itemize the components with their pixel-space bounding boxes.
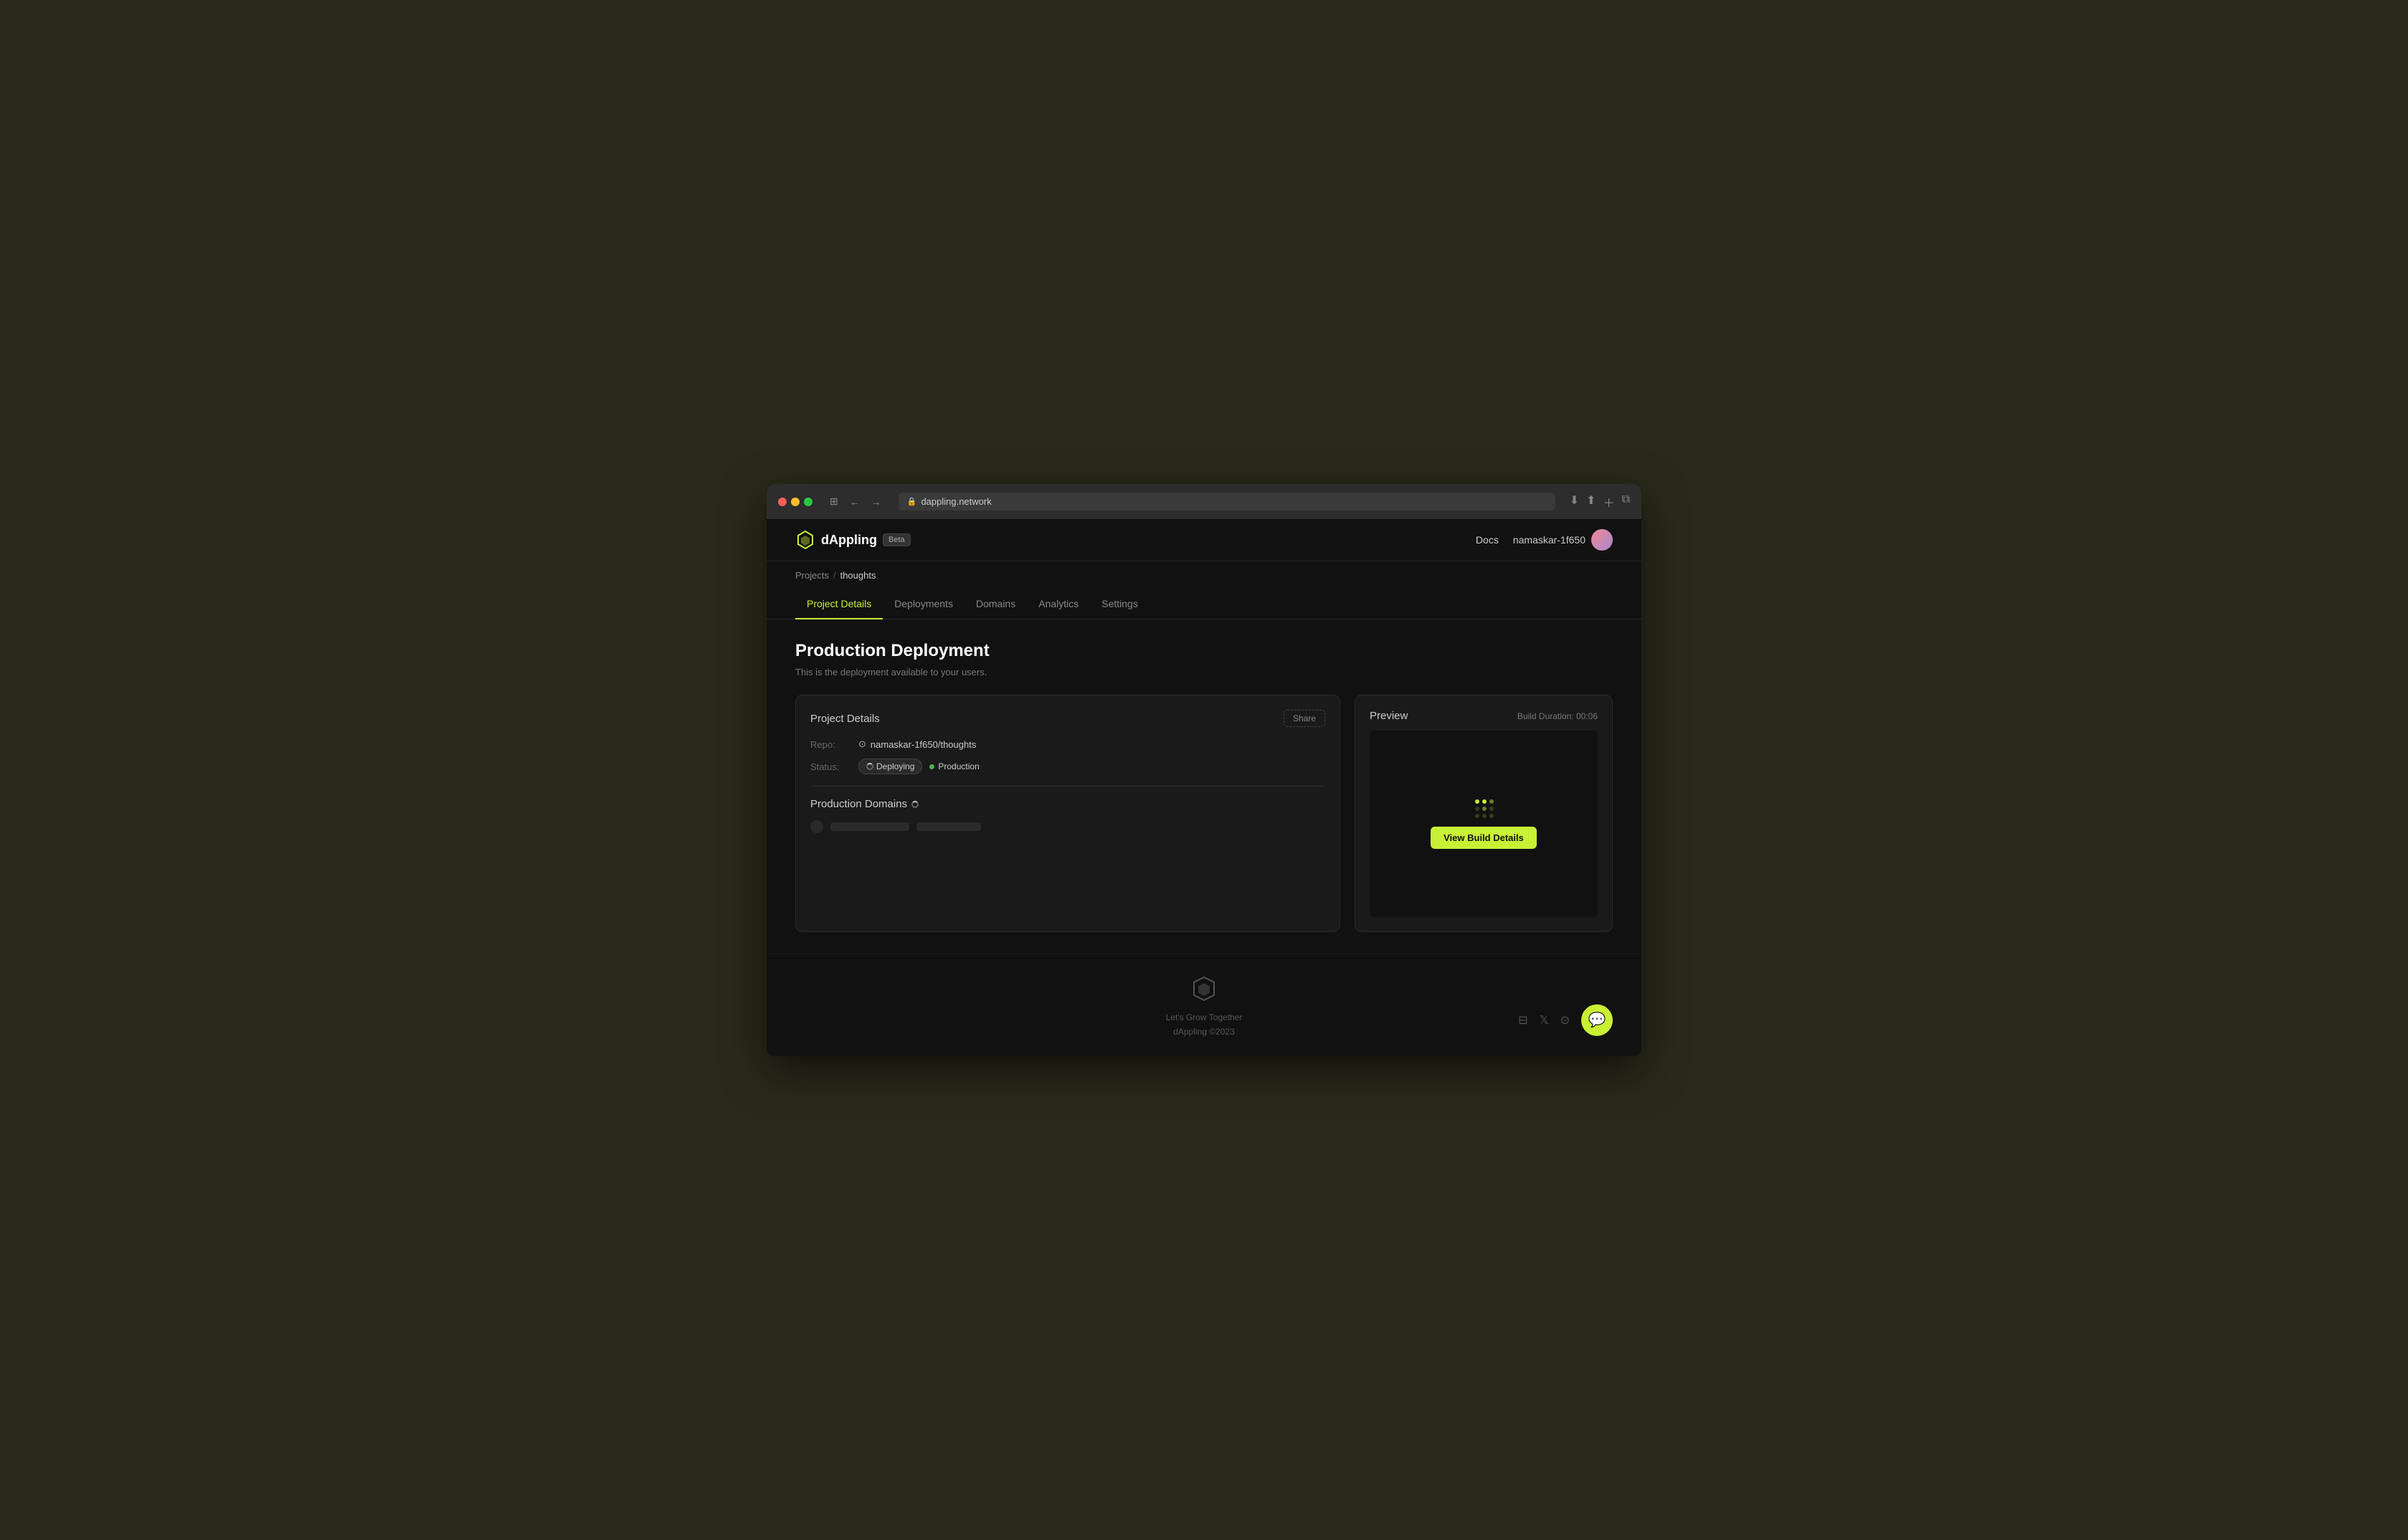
loading-animation — [1475, 799, 1492, 817]
card-header: Project Details Share — [810, 710, 1325, 727]
project-details-card: Project Details Share Repo: ⊙ namaskar-1… — [795, 695, 1340, 932]
share-icon[interactable]: ⬆ — [1586, 493, 1596, 510]
breadcrumb: Projects / thoughts — [795, 570, 1613, 581]
production-domains-title: Production Domains — [810, 798, 1325, 810]
breadcrumb-projects[interactable]: Projects — [795, 570, 829, 581]
breadcrumb-separator: / — [833, 570, 836, 581]
traffic-lights — [778, 498, 812, 506]
header-right: Docs namaskar-1f650 — [1476, 529, 1613, 551]
sidebar-toggle-button[interactable]: ⊞ — [827, 494, 841, 509]
username-text: namaskar-1f650 — [1513, 534, 1585, 546]
app-header: dAppling Beta Docs namaskar-1f650 — [767, 519, 1641, 561]
tabs-icon[interactable]: ⧉ — [1622, 493, 1630, 510]
download-icon[interactable]: ⬇ — [1570, 493, 1579, 510]
bookmark-icon[interactable]: ⊟ — [1518, 1013, 1527, 1027]
production-text: Production — [938, 761, 979, 771]
chat-fab-button[interactable]: 💬 — [1581, 1004, 1613, 1036]
address-bar[interactable]: 🔒 dappling.network — [899, 493, 1555, 510]
tab-project-details[interactable]: Project Details — [795, 592, 883, 619]
twitter-icon[interactable]: 𝕏 — [1540, 1013, 1549, 1027]
minimize-button[interactable] — [791, 498, 800, 506]
browser-window: ⊞ ← → 🔒 dappling.network ⬇ ⬆ ＋ ⧉ dApplin… — [767, 484, 1641, 1055]
main-content: Production Deployment This is the deploy… — [767, 619, 1641, 954]
skeleton-bar-1 — [830, 822, 909, 831]
status-badges: Deploying Production — [858, 759, 980, 774]
preview-card: Preview Build Duration: 00:06 View Build — [1355, 695, 1613, 932]
browser-titlebar: ⊞ ← → 🔒 dappling.network ⬇ ⬆ ＋ ⧉ — [767, 484, 1641, 519]
url-text: dappling.network — [921, 496, 991, 507]
repo-text: namaskar-1f650/thoughts — [871, 739, 976, 750]
beta-badge: Beta — [883, 533, 911, 546]
production-badge: Production — [929, 761, 979, 771]
footer-icons: ⊟ 𝕏 ⊙ 💬 — [1518, 1004, 1613, 1036]
repo-value: ⊙ namaskar-1f650/thoughts — [858, 738, 976, 750]
status-label: Status: — [810, 761, 850, 772]
page-title: Production Deployment — [795, 641, 1613, 661]
browser-nav-controls: ⊞ ← → — [827, 494, 884, 509]
lock-icon: 🔒 — [907, 497, 917, 506]
skeleton-bar-2 — [916, 822, 981, 831]
back-button[interactable]: ← — [847, 495, 863, 509]
github-footer-icon[interactable]: ⊙ — [1560, 1013, 1570, 1027]
card-title: Project Details — [810, 713, 880, 725]
browser-actions: ⬇ ⬆ ＋ ⧉ — [1570, 493, 1630, 510]
nav-tabs: Project Details Deployments Domains Anal… — [767, 581, 1641, 619]
footer-logo — [795, 976, 1613, 1005]
skeleton-circle — [810, 820, 823, 833]
footer-tagline: Let's Grow Together dAppling ©2023 — [795, 1011, 1613, 1038]
deploying-text: Deploying — [876, 761, 914, 771]
cards-row: Project Details Share Repo: ⊙ namaskar-1… — [795, 695, 1613, 932]
tab-deployments[interactable]: Deployments — [883, 592, 964, 619]
domain-skeleton-row — [810, 820, 1325, 833]
page-subtitle: This is the deployment available to your… — [795, 667, 1613, 678]
footer-logo-icon — [1191, 976, 1217, 1002]
maximize-button[interactable] — [804, 498, 812, 506]
logo-area: dAppling Beta — [795, 530, 911, 550]
app-container: dAppling Beta Docs namaskar-1f650 Projec… — [767, 519, 1641, 1055]
breadcrumb-current: thoughts — [840, 570, 876, 581]
new-tab-icon[interactable]: ＋ — [1603, 493, 1615, 510]
deploying-badge: Deploying — [858, 759, 922, 774]
spinner-icon — [866, 763, 873, 770]
tab-domains[interactable]: Domains — [964, 592, 1027, 619]
preview-title: Preview — [1370, 710, 1408, 722]
share-button[interactable]: Share — [1284, 710, 1325, 727]
close-button[interactable] — [778, 498, 787, 506]
logo-icon — [795, 530, 815, 550]
forward-button[interactable]: → — [868, 495, 884, 509]
tab-analytics[interactable]: Analytics — [1027, 592, 1090, 619]
footer: Let's Grow Together dAppling ©2023 ⊟ 𝕏 ⊙… — [767, 954, 1641, 1055]
preview-header: Preview Build Duration: 00:06 — [1370, 710, 1598, 722]
docs-link[interactable]: Docs — [1476, 534, 1499, 546]
logo-text: dAppling — [821, 533, 877, 548]
tab-settings[interactable]: Settings — [1090, 592, 1150, 619]
github-icon: ⊙ — [858, 738, 866, 750]
user-info: namaskar-1f650 — [1513, 529, 1613, 551]
breadcrumb-area: Projects / thoughts — [767, 561, 1641, 581]
green-dot-icon — [929, 764, 934, 769]
avatar[interactable] — [1591, 529, 1613, 551]
repo-row: Repo: ⊙ namaskar-1f650/thoughts — [810, 738, 1325, 750]
build-duration: Build Duration: 00:06 — [1517, 711, 1598, 721]
view-build-button[interactable]: View Build Details — [1431, 827, 1537, 849]
repo-label: Repo: — [810, 739, 850, 750]
preview-body: View Build Details — [1370, 731, 1598, 917]
domains-spinner — [911, 801, 919, 808]
status-row: Status: Deploying Production — [810, 759, 1325, 774]
